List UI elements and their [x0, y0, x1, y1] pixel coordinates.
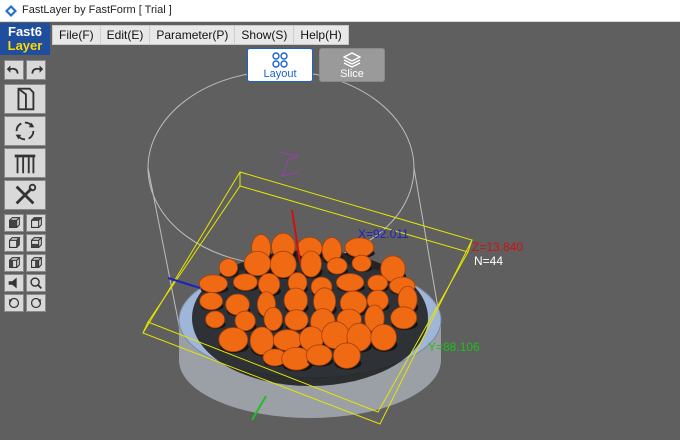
part-model[interactable]	[218, 258, 238, 278]
part-model[interactable]	[283, 287, 308, 314]
part-model[interactable]	[234, 310, 256, 332]
part-model[interactable]	[370, 323, 397, 351]
tab-slice-label: Slice	[340, 68, 364, 80]
part-model[interactable]	[284, 309, 309, 331]
part-model[interactable]	[243, 250, 272, 277]
tab-layout-label: Layout	[263, 68, 297, 80]
part-model[interactable]	[269, 250, 297, 279]
build-volume-edge-left	[147, 167, 181, 331]
part-model[interactable]	[305, 344, 333, 366]
part-model[interactable]	[335, 273, 365, 292]
part-model[interactable]	[263, 306, 283, 331]
part-model[interactable]	[326, 257, 348, 275]
part-model[interactable]	[390, 306, 418, 330]
z-readout: Z=13.840	[472, 240, 524, 254]
layout-arrange-icon	[272, 52, 288, 68]
part-model[interactable]	[205, 310, 225, 329]
mode-tabs: Layout Slice	[247, 48, 385, 82]
part-model[interactable]	[218, 327, 249, 353]
part-model[interactable]	[351, 254, 372, 272]
part-model[interactable]	[332, 342, 361, 369]
x-readout: X=92.011	[358, 227, 409, 241]
gravity-marker	[277, 151, 300, 177]
part-model[interactable]	[232, 273, 258, 291]
layers-stack-icon	[343, 52, 361, 68]
part-model[interactable]	[199, 292, 223, 311]
part-model[interactable]	[300, 250, 322, 278]
part-model[interactable]	[367, 274, 389, 292]
bounding-box-edge-3	[142, 321, 149, 334]
part-model[interactable]	[198, 274, 228, 293]
part-count-readout: N=44	[474, 254, 504, 268]
tab-layout[interactable]: Layout	[247, 48, 313, 82]
y-readout: Y=88.106	[428, 340, 480, 354]
tab-slice[interactable]: Slice	[319, 48, 385, 82]
